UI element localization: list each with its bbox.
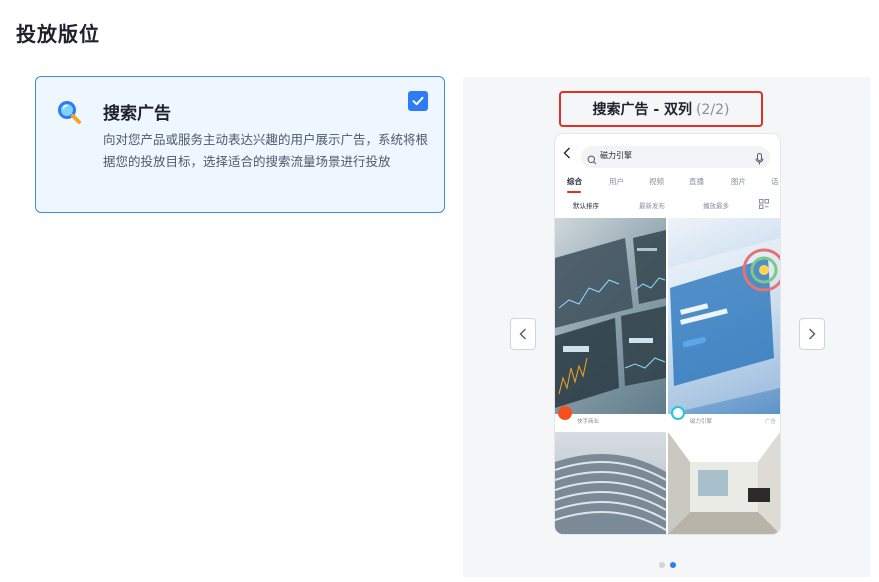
option-description: 向对您产品或服务主动表达兴趣的用户展示广告，系统将根据您的投放目标，选择适合的搜… bbox=[103, 132, 429, 169]
section-title: 投放版位 bbox=[16, 22, 100, 46]
phone-tab: 综合 bbox=[567, 177, 582, 186]
sort-option: 播放最多 bbox=[703, 202, 729, 210]
prev-slide-button[interactable] bbox=[510, 318, 536, 350]
placement-option-search-ads[interactable]: 搜索广告 向对您产品或服务主动表达兴趣的用户展示广告，系统将根据您的投放目标，选… bbox=[35, 76, 445, 213]
carousel-dot[interactable] bbox=[659, 562, 665, 568]
office-interior-image bbox=[668, 432, 780, 534]
phone-tab: 图片 bbox=[731, 177, 746, 186]
next-slide-button[interactable] bbox=[799, 318, 825, 350]
phone-tab: 直播 bbox=[689, 177, 704, 186]
ad-label: 广告 bbox=[764, 419, 776, 425]
phone-tab: 用户 bbox=[609, 177, 624, 186]
filter-icon bbox=[759, 199, 769, 211]
search-icon bbox=[587, 150, 597, 169]
curved-building-image bbox=[555, 432, 666, 534]
phone-result-grid: 快手商业 磁力引擎 广告 bbox=[555, 218, 780, 534]
phone-sort-bar: 默认排序 最新发布 播放最多 bbox=[555, 199, 780, 214]
preview-title-box: 搜索广告 - 双列 (2/2) bbox=[559, 91, 763, 127]
caption-text: 磁力引擎 bbox=[690, 419, 713, 425]
carousel-dot-active[interactable] bbox=[670, 562, 676, 568]
sort-option: 最新发布 bbox=[639, 202, 665, 210]
caption-text: 快手商业 bbox=[577, 419, 600, 425]
carousel-dots bbox=[659, 553, 681, 572]
microphone-icon bbox=[755, 150, 764, 169]
phone-tab: 话 bbox=[771, 177, 779, 186]
analytics-dashboard-image bbox=[555, 218, 666, 414]
back-arrow-icon bbox=[563, 147, 571, 162]
phone-preview: 磁力引擎 综合 用户 视频 直播 图片 话 默认排序 最新发布 播放最多 快手商… bbox=[555, 134, 780, 534]
option-checkbox[interactable] bbox=[408, 91, 428, 111]
avatar bbox=[558, 406, 572, 420]
magnetic-engine-banner-image bbox=[668, 218, 780, 414]
phone-tab: 视频 bbox=[649, 177, 664, 186]
chevron-left-icon bbox=[519, 328, 526, 340]
preview-title: 搜索广告 - 双列 bbox=[592, 102, 693, 118]
sort-option: 默认排序 bbox=[573, 202, 599, 210]
result-caption: 磁力引擎 广告 bbox=[668, 406, 780, 432]
avatar bbox=[671, 406, 685, 420]
checkmark-icon bbox=[412, 96, 424, 106]
phone-search-bar: 磁力引擎 bbox=[581, 146, 770, 168]
magnifier-icon bbox=[56, 99, 82, 125]
result-caption: 快手商业 bbox=[555, 406, 666, 432]
placement-preview: 搜索广告 - 双列 (2/2) 磁力引擎 综合 用户 视频 直播 图片 话 默认… bbox=[463, 77, 870, 577]
active-tab-underline bbox=[567, 191, 581, 193]
phone-tabs: 综合 用户 视频 直播 图片 话 bbox=[555, 176, 780, 194]
preview-counter: (2/2) bbox=[696, 102, 730, 118]
phone-search-text: 磁力引擎 bbox=[600, 151, 632, 160]
option-title: 搜索广告 bbox=[103, 104, 171, 124]
chevron-right-icon bbox=[809, 328, 816, 340]
